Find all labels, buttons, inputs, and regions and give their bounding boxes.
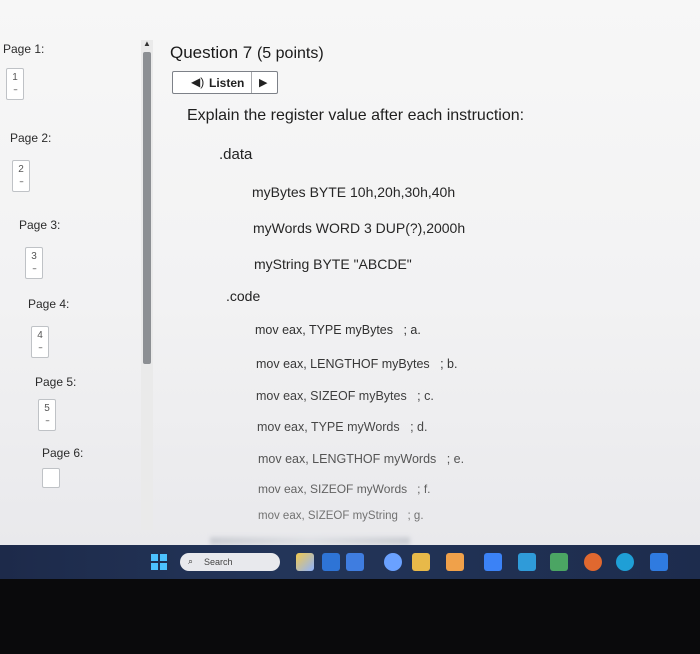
instruction-comment: ; f. [417, 482, 431, 496]
page-navigator: Page 1: 1 -- Page 2: 2 -- Page 3: 3 -- P… [0, 0, 140, 545]
instruction-line: mov eax, LENGTHOF myWords ; e. [258, 452, 464, 466]
listen-button[interactable]: ◀) Listen ▶ [172, 71, 278, 94]
instruction-comment: ; c. [417, 389, 434, 403]
cut-off-content [210, 537, 410, 545]
windows-start-icon[interactable] [151, 554, 167, 570]
instruction-text: mov eax, SIZEOF myBytes [256, 389, 407, 403]
question-points: (5 points) [256, 45, 324, 62]
instruction-line: mov eax, TYPE myWords ; d. [257, 420, 427, 434]
taskbar: ⌕ Search [0, 545, 700, 579]
page-number: 5 [44, 403, 50, 414]
page-status: -- [32, 264, 36, 273]
page-number: 1 [12, 72, 18, 83]
instruction-line: mov eax, SIZEOF myBytes ; c. [256, 389, 434, 403]
mail-icon[interactable] [518, 553, 536, 571]
monitor-bezel [0, 579, 700, 654]
task-view-icon[interactable] [322, 553, 340, 571]
instruction-text: mov eax, SIZEOF myString [258, 510, 398, 522]
instruction-line: mov eax, SIZEOF myWords ; f. [258, 482, 431, 496]
page-label: Page 1: [3, 42, 45, 56]
scroll-up-arrow-icon[interactable]: ▲ [143, 40, 151, 48]
instruction-text: mov eax, SIZEOF myWords [258, 482, 408, 496]
code-directive: .code [226, 288, 261, 304]
declaration-line: myString BYTE "ABCDE" [254, 256, 412, 272]
page-number: 2 [18, 164, 24, 175]
weather-icon[interactable] [296, 553, 314, 571]
declaration-line: myBytes BYTE 10h,20h,30h,40h [252, 184, 456, 200]
instruction-comment: ; g. [407, 510, 424, 522]
page-2-thumbnail[interactable]: 2 -- [12, 160, 30, 192]
declaration-line: myWords WORD 3 DUP(?),2000h [253, 220, 466, 236]
search-placeholder: Search [204, 557, 233, 567]
instruction-comment: ; a. [403, 323, 421, 337]
page-number: 3 [31, 251, 37, 262]
file-explorer-icon[interactable] [412, 553, 430, 571]
page-label: Page 5: [35, 375, 77, 389]
chat-icon[interactable] [346, 553, 364, 571]
page-label: Page 6: [42, 446, 84, 460]
instruction-comment: ; e. [446, 452, 465, 466]
taskbar-search-box[interactable]: ⌕ Search [180, 553, 280, 571]
page-label: Page 4: [28, 297, 70, 311]
instruction-line: mov eax, TYPE myBytes ; a. [255, 323, 421, 337]
play-icon[interactable]: ▶ [259, 76, 267, 89]
search-icon: ⌕ [188, 556, 194, 566]
page-1-thumbnail[interactable]: 1 -- [6, 68, 24, 100]
page-number: 4 [37, 330, 43, 341]
page-status: -- [13, 85, 17, 94]
page-status: -- [45, 416, 49, 425]
page-4-thumbnail[interactable]: 4 -- [31, 326, 49, 358]
page-5-thumbnail[interactable]: 5 -- [38, 399, 56, 431]
question-instruction: Explain the register value after each in… [187, 107, 525, 124]
instruction-text: mov eax, LENGTHOF myBytes [256, 357, 430, 371]
page-label: Page 2: [10, 131, 52, 145]
chrome-icon[interactable] [584, 553, 602, 571]
instruction-text: mov eax, LENGTHOF myWords [258, 452, 437, 466]
instruction-comment: ; d. [410, 420, 428, 434]
instruction-text: mov eax, TYPE myWords [257, 420, 400, 434]
data-directive: .data [219, 146, 253, 163]
page-label: Page 3: [19, 218, 61, 232]
app-icon[interactable] [550, 553, 568, 571]
edge-icon[interactable] [616, 553, 634, 571]
question-title: Question 7 (5 points) [170, 43, 324, 63]
store-icon[interactable] [446, 553, 464, 571]
page-3-thumbnail[interactable]: 3 -- [25, 247, 43, 279]
word-icon[interactable] [484, 553, 502, 571]
scrollbar-thumb[interactable] [143, 52, 151, 364]
speaker-icon: ◀) [191, 75, 205, 89]
instruction-comment: ; b. [440, 357, 458, 371]
page-6-thumbnail[interactable] [42, 468, 60, 488]
browser-viewport: Page 1: 1 -- Page 2: 2 -- Page 3: 3 -- P… [0, 0, 700, 545]
instruction-line: mov eax, SIZEOF myString ; g. [258, 510, 424, 522]
app-icon[interactable] [384, 553, 402, 571]
page-status: -- [38, 343, 42, 352]
app-icon[interactable] [650, 553, 668, 571]
listen-label: Listen [209, 76, 245, 90]
question-number: Question 7 [170, 43, 253, 62]
instruction-text: mov eax, TYPE myBytes [255, 323, 394, 337]
instruction-line: mov eax, LENGTHOF myBytes ; b. [256, 357, 457, 371]
divider [251, 72, 252, 93]
page-status: -- [19, 177, 23, 186]
